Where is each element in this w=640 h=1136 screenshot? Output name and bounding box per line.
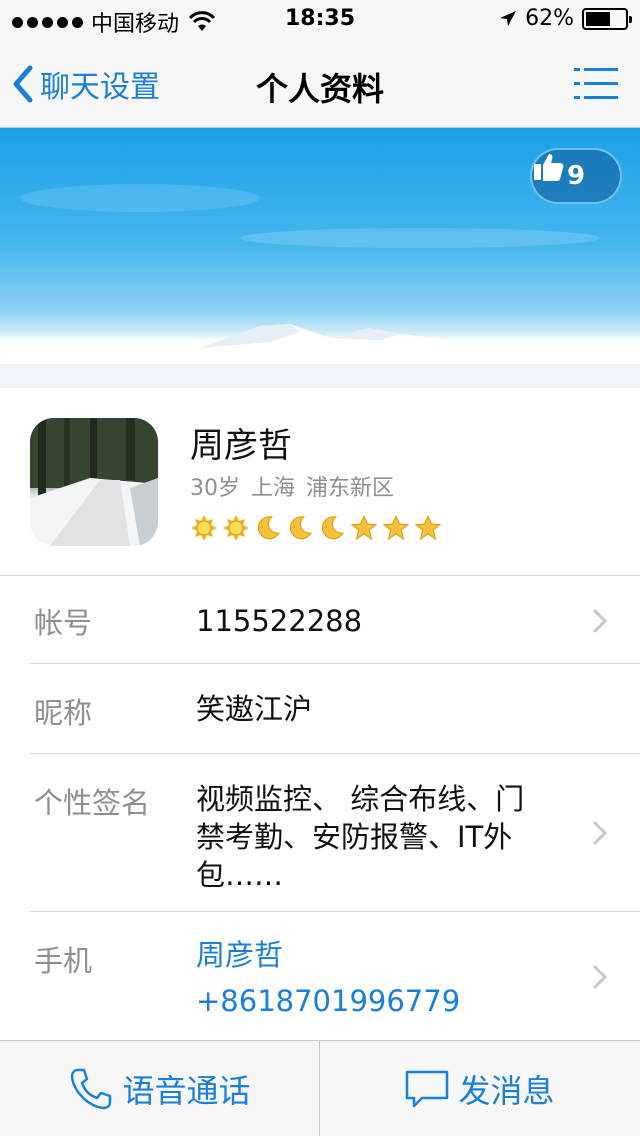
voice-call-label: 语音通话 bbox=[122, 1072, 251, 1110]
signature-line: 视频监控、 综合布线、门 bbox=[196, 782, 525, 816]
account-row[interactable]: 帐号 115522288 bbox=[0, 576, 640, 664]
account-value: 115522288 bbox=[196, 604, 363, 638]
bottom-action-bar: 语音通话 发消息 bbox=[0, 1040, 640, 1136]
sun-icon bbox=[191, 515, 217, 541]
signature-row[interactable]: 个性签名 视频监控、 综合布线、门 禁考勤、安防报警、IT外 包…… bbox=[0, 754, 640, 912]
sun-icon bbox=[223, 515, 249, 541]
status-right: 62% bbox=[499, 6, 632, 31]
like-count: 9 bbox=[566, 161, 586, 191]
chevron-right-icon bbox=[593, 821, 608, 845]
navigation-bar: 聊天设置 个人资料 bbox=[0, 40, 640, 128]
thumbs-up-icon bbox=[534, 154, 564, 181]
phone-number: +8618701996779 bbox=[196, 984, 461, 1018]
phone-icon bbox=[71, 1068, 112, 1110]
phone-contact-name: 周彦哲 bbox=[196, 938, 284, 972]
moon-icon bbox=[321, 516, 344, 540]
send-message-label: 发消息 bbox=[458, 1072, 555, 1110]
profile-info: 30岁 上海 浦东新区 bbox=[190, 476, 394, 501]
voice-call-button[interactable]: 语音通话 bbox=[0, 1041, 319, 1136]
nickname-row: 昵称 笑遨江沪 bbox=[0, 664, 640, 754]
profile-name: 周彦哲 bbox=[190, 426, 292, 466]
level-badges bbox=[190, 514, 442, 542]
profile-header: 周彦哲 30岁 上海 浦东新区 bbox=[0, 388, 640, 576]
status-bar: 中国移动 18:35 62% bbox=[0, 0, 640, 40]
battery-percent: 62% bbox=[525, 6, 574, 31]
send-message-button[interactable]: 发消息 bbox=[320, 1041, 639, 1136]
chevron-right-icon bbox=[593, 609, 608, 633]
location-arrow-icon bbox=[500, 10, 517, 26]
moon-icon bbox=[257, 516, 280, 540]
menu-list-icon[interactable] bbox=[574, 66, 618, 102]
page-title: 个人资料 bbox=[255, 70, 384, 108]
avatar[interactable] bbox=[30, 418, 158, 546]
battery-fill bbox=[586, 11, 610, 26]
signature-line: 包…… bbox=[196, 858, 284, 892]
phone-row[interactable]: 手机 周彦哲 +8618701996779 bbox=[0, 912, 640, 1040]
battery-icon bbox=[582, 7, 632, 30]
signature-value: 视频监控、 综合布线、门 禁考勤、安防报警、IT外 包…… bbox=[196, 780, 556, 894]
phone-label: 手机 bbox=[34, 944, 93, 978]
signature-label: 个性签名 bbox=[34, 786, 151, 820]
message-bubble-icon bbox=[406, 1070, 449, 1108]
like-button[interactable]: 9 bbox=[530, 148, 622, 204]
star-icon bbox=[414, 514, 442, 541]
star-icon bbox=[382, 514, 410, 541]
moon-icon bbox=[289, 516, 312, 540]
star-icon bbox=[350, 514, 378, 541]
nickname-label: 昵称 bbox=[34, 696, 93, 730]
avatar-image bbox=[30, 418, 158, 546]
nickname-value: 笑遨江沪 bbox=[196, 692, 313, 726]
account-label: 帐号 bbox=[34, 606, 93, 640]
chevron-right-icon bbox=[593, 965, 608, 989]
signature-line: 禁考勤、安防报警、IT外 bbox=[196, 820, 513, 854]
cover-image: 9 bbox=[0, 128, 640, 388]
phone-value[interactable]: 周彦哲 +8618701996779 bbox=[196, 932, 460, 1024]
